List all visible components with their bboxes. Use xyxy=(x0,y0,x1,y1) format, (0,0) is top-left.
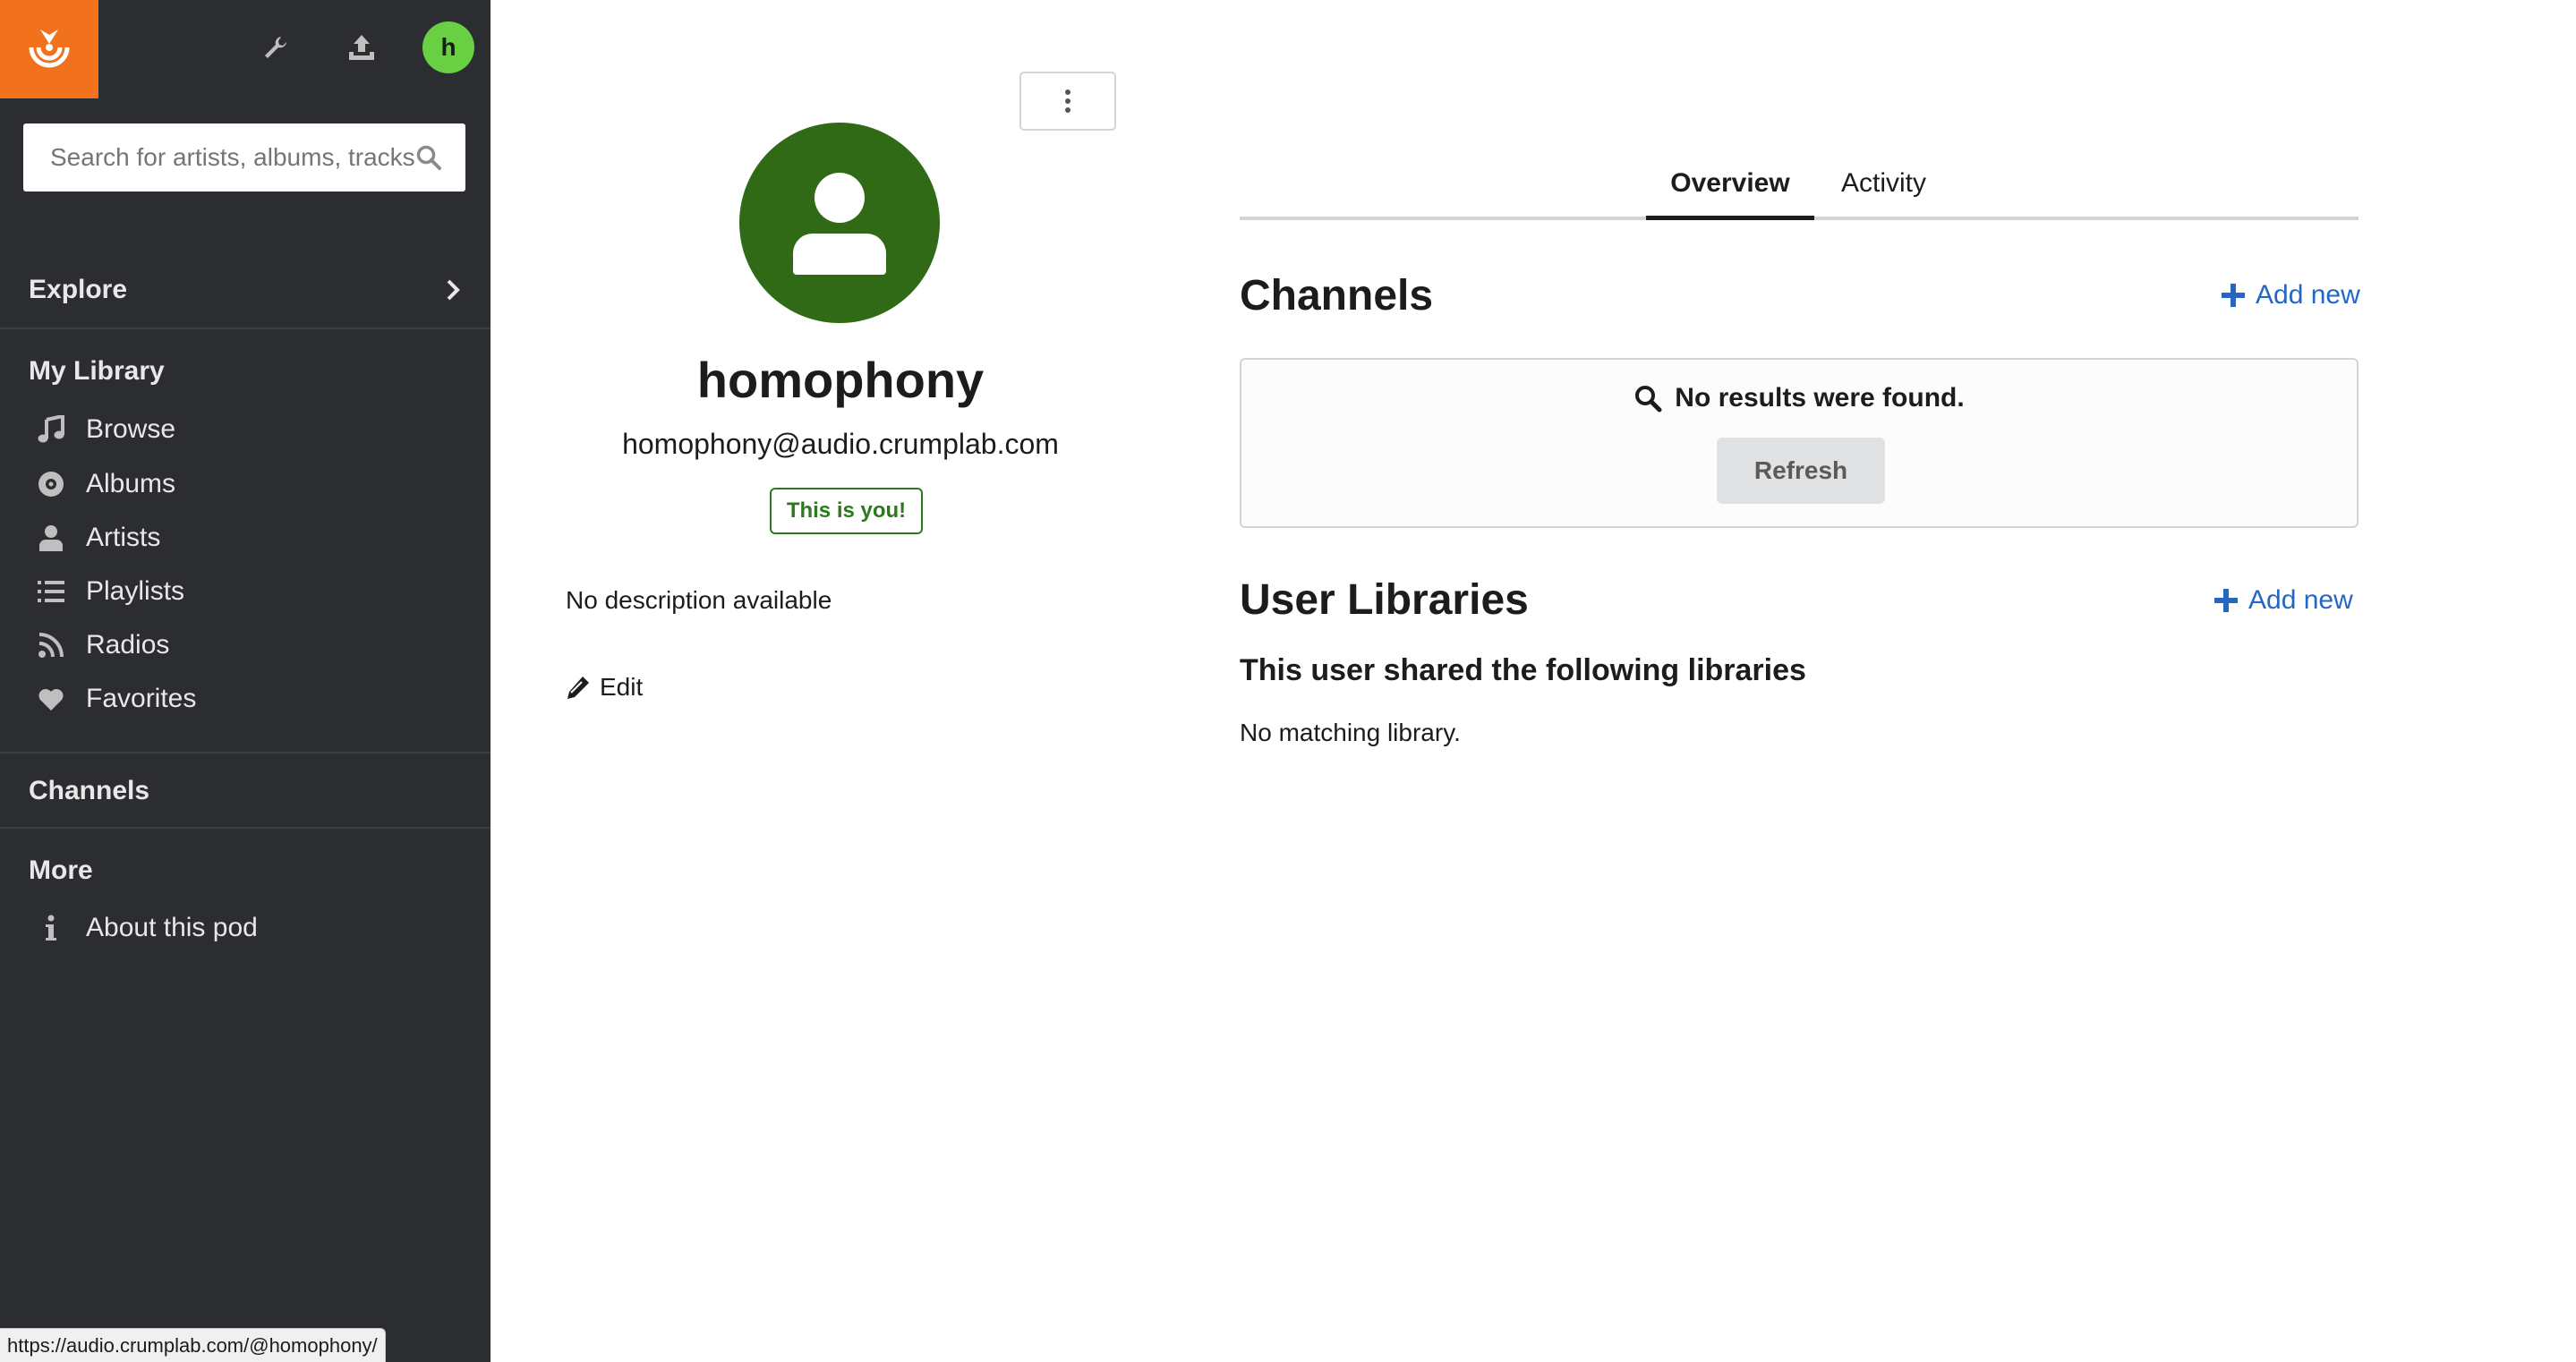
sidebar-item-label: Playlists xyxy=(86,576,185,606)
sidebar-top-actions: h xyxy=(251,21,474,73)
more-options-button[interactable] xyxy=(1019,72,1116,131)
list-icon xyxy=(38,581,64,602)
edit-description-button[interactable]: Edit xyxy=(566,673,643,702)
sidebar-item-radios[interactable]: Radios xyxy=(36,623,169,668)
edit-label: Edit xyxy=(600,673,644,701)
explore-label: Explore xyxy=(29,275,128,304)
chevron-right-icon xyxy=(447,279,460,301)
profile-tabs: Overview Activity xyxy=(1240,152,2358,220)
shared-libraries-subheading: This user shared the following libraries xyxy=(1240,653,1806,687)
funkwhale-logo-icon xyxy=(29,30,70,68)
user-avatar-button[interactable]: h xyxy=(422,21,474,73)
sidebar-item-channels[interactable]: Channels xyxy=(0,755,490,829)
empty-message-text: No results were found. xyxy=(1675,383,1965,413)
plus-icon xyxy=(2214,589,2238,612)
tab-overview[interactable]: Overview xyxy=(1646,168,1814,220)
logo[interactable] xyxy=(0,0,98,98)
profile-description: No description available xyxy=(566,586,832,614)
search-icon xyxy=(1635,386,1662,413)
avatar-initial: h xyxy=(440,33,456,61)
search-icon[interactable] xyxy=(415,144,442,171)
sidebar-item-browse[interactable]: Browse xyxy=(36,407,175,452)
sidebar-item-label: Favorites xyxy=(86,684,197,713)
admin-settings-button[interactable] xyxy=(251,22,301,72)
upload-icon xyxy=(349,35,374,60)
profile-email: homophony@audio.crumplab.com xyxy=(622,428,1059,460)
sidebar-item-label: Radios xyxy=(86,630,170,660)
upload-button[interactable] xyxy=(337,22,387,72)
add-new-label: Add new xyxy=(2256,280,2360,310)
search-input[interactable] xyxy=(50,143,415,172)
this-is-you-badge: This is you! xyxy=(770,488,923,534)
my-library-section: My Library Browse Albums Artists Playlis… xyxy=(0,331,490,753)
sidebar-item-artists[interactable]: Artists xyxy=(36,515,160,560)
add-new-label: Add new xyxy=(2248,585,2353,615)
disc-icon xyxy=(38,472,64,497)
status-bar-url: https://audio.crumplab.com/@homophony/ xyxy=(0,1328,386,1362)
add-channel-button[interactable]: Add new xyxy=(2222,280,2360,311)
channels-empty-state: No results were found. Refresh xyxy=(1240,358,2358,528)
user-icon xyxy=(793,173,886,275)
no-matching-library-text: No matching library. xyxy=(1240,719,1461,746)
profile-username: homophony xyxy=(696,352,985,408)
sidebar-item-label: Albums xyxy=(86,469,176,498)
sidebar-item-about[interactable]: About this pod xyxy=(36,906,258,950)
pencil-icon xyxy=(567,677,589,699)
vertical-ellipsis-icon xyxy=(1065,89,1070,113)
tab-activity[interactable]: Activity xyxy=(1841,168,1926,220)
sidebar-item-label: Browse xyxy=(86,414,176,444)
sidebar-item-label: Artists xyxy=(86,523,161,552)
info-icon xyxy=(46,915,56,941)
my-library-title: My Library xyxy=(29,356,165,386)
plus-icon xyxy=(2222,284,2245,307)
empty-message: No results were found. xyxy=(1241,383,2357,413)
explore-menu-toggle[interactable]: Explore xyxy=(0,252,490,329)
profile-avatar xyxy=(739,123,940,323)
sidebar-item-favorites[interactable]: Favorites xyxy=(36,677,196,721)
user-libraries-heading: User Libraries xyxy=(1240,576,1529,624)
music-note-icon xyxy=(38,415,64,443)
sidebar-item-playlists[interactable]: Playlists xyxy=(36,569,184,614)
sidebar-item-label: About this pod xyxy=(86,913,258,942)
refresh-button[interactable]: Refresh xyxy=(1717,438,1885,504)
channels-section-title: Channels xyxy=(29,776,150,805)
more-section: More About this pod xyxy=(0,830,490,974)
search-box xyxy=(23,123,465,192)
sidebar: h Explore My Library Browse xyxy=(0,0,490,1362)
more-section-title: More xyxy=(29,856,93,885)
add-library-button[interactable]: Add new xyxy=(2214,585,2353,616)
channels-heading: Channels xyxy=(1240,272,1434,319)
wrench-icon xyxy=(265,37,286,58)
sidebar-item-albums[interactable]: Albums xyxy=(36,462,175,506)
heart-icon xyxy=(38,689,64,711)
user-icon xyxy=(39,525,63,551)
rss-icon xyxy=(38,633,64,658)
